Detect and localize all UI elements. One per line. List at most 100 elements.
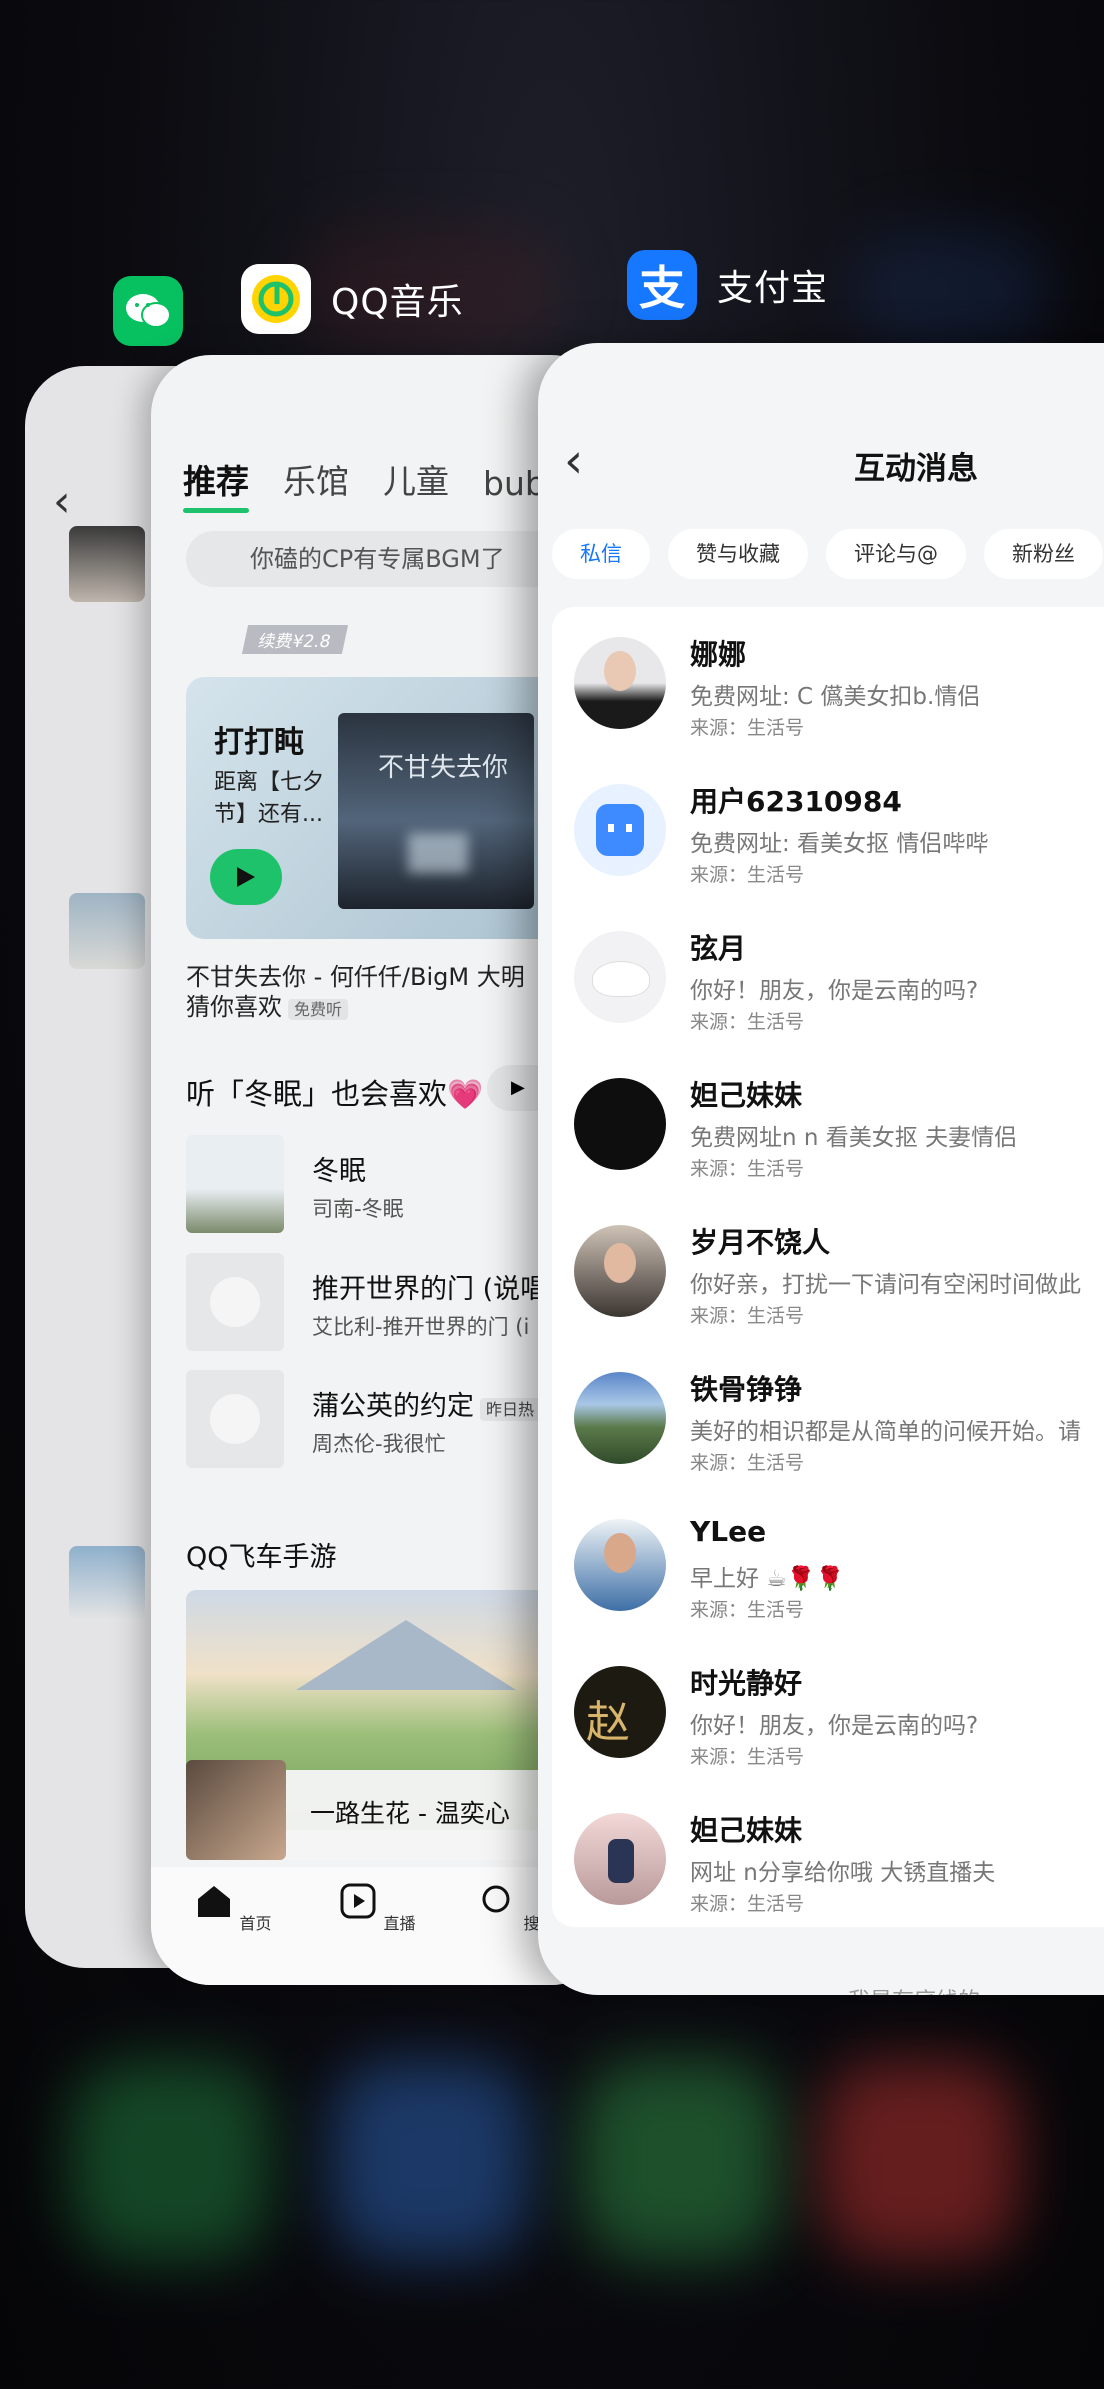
message-preview: 免费网址: 看美女抠 情侣哔哔	[690, 831, 989, 857]
message-item[interactable]: 妲己妹妹 免费网址n n 看美女抠 夫妻情侣 来源：生活号	[552, 1048, 1104, 1195]
sender-name: 岁月不饶人	[690, 1226, 831, 1259]
qqmusic-icon	[241, 264, 311, 334]
song-artist: 周杰伦-我很忙	[312, 1432, 446, 1456]
avatar	[574, 1813, 666, 1905]
song-title: 蒲公英的约定 昨日热	[312, 1384, 541, 1423]
sender-name: 铁骨铮铮	[690, 1373, 803, 1406]
album-cover-text: 不甘失去你	[378, 753, 509, 783]
sender-name: 妲己妹妹	[690, 1079, 803, 1112]
guess-you-like[interactable]: 猜你喜欢 免费听	[186, 987, 349, 1022]
message-item[interactable]: 娜娜 免费网址: C 儰美女扣b.情侣 来源：生活号 5	[552, 607, 1104, 754]
sender-name: YLee	[690, 1515, 767, 1548]
song-title: 冬眠	[312, 1156, 366, 1187]
qqmusic-app-name: QQ音乐	[331, 282, 464, 323]
wechat-app-label[interactable]	[113, 276, 183, 346]
player-song-title: 一路生花 - 温奕心	[310, 1799, 510, 1828]
message-source: 来源：生活号	[690, 864, 805, 886]
avatar	[574, 1225, 666, 1317]
message-list: 娜娜 免费网址: C 儰美女扣b.情侣 来源：生活号 5 用户62310984 …	[552, 607, 1104, 1927]
tab-comments[interactable]: 评论与@	[826, 529, 966, 579]
avatar: 赵	[574, 1666, 666, 1758]
chat-avatar	[69, 526, 145, 602]
message-preview: 你好！朋友，你是云南的吗?	[690, 1713, 979, 1739]
avatar	[574, 784, 666, 876]
message-source: 来源：生活号	[690, 1893, 805, 1915]
alipay-app-label[interactable]: 支 支付宝	[627, 250, 828, 320]
live-icon	[340, 1883, 376, 1919]
qqmusic-app-label[interactable]: QQ音乐	[241, 264, 464, 334]
song-title: 推开世界的门 (说唱	[312, 1274, 548, 1305]
song-artist: 司南-冬眠	[312, 1197, 404, 1221]
message-item[interactable]: 赵 时光静好 你好！朋友，你是云南的吗? 来源：生活号	[552, 1636, 1104, 1783]
banner-subtitle: 距离【七夕节】还有...	[214, 770, 325, 827]
album-cover: 不甘失去你	[338, 713, 534, 909]
message-tabs: 私信 赞与收藏 评论与@ 新粉丝	[552, 529, 1103, 579]
back-icon[interactable]: ‹	[564, 433, 583, 489]
message-item[interactable]: 妲己妹妹 网址 n分享给你哦 大锈直播夫 来源：生活号 4	[552, 1783, 1104, 1930]
message-preview: 你好亲，打扰一下请问有空闲时间做此	[690, 1272, 1081, 1298]
message-source: 来源：生活号	[690, 717, 805, 739]
song-artist: 艾比利-推开世界的门 (i	[312, 1315, 530, 1339]
free-badge: 免费听	[288, 999, 349, 1020]
message-item[interactable]: 铁骨铮铮 美好的相识都是从简单的问候开始。请 来源：生活号	[552, 1342, 1104, 1489]
sender-name: 弦月	[690, 932, 747, 965]
message-source: 来源：生活号	[690, 1746, 805, 1768]
alipay-app-name: 支付宝	[717, 268, 829, 309]
tab-new-fans[interactable]: 新粉丝	[984, 529, 1103, 579]
sender-name: 妲己妹妹	[690, 1814, 803, 1847]
avatar	[574, 1519, 666, 1611]
page-title: 互动消息	[854, 451, 978, 487]
song-thumbnail	[186, 1253, 284, 1351]
alipay-icon: 支	[627, 250, 697, 320]
section-title: 听「冬眠」也会喜欢💗	[186, 1077, 484, 1111]
message-source: 来源：生活号	[690, 1011, 805, 1033]
banner-title: 打打盹	[214, 725, 304, 760]
message-item[interactable]: 用户62310984 免费网址: 看美女抠 情侣哔哔 来源：生活号	[552, 754, 1104, 901]
message-preview: 你好！朋友，你是云南的吗?	[690, 978, 979, 1004]
sender-name: 娜娜	[690, 638, 747, 671]
message-preview: 免费网址n n 看美女抠 夫妻情侣	[690, 1125, 1018, 1151]
message-preview: 网址 n分享给你哦 大锈直播夫	[690, 1860, 996, 1886]
message-preview: 免费网址: C 儰美女扣b.情侣	[690, 684, 981, 710]
tab-private-message[interactable]: 私信	[552, 529, 650, 579]
game-section-title: QQ飞车手游	[186, 1542, 337, 1573]
player-cover	[186, 1760, 286, 1860]
song-thumbnail	[186, 1135, 284, 1233]
avatar	[574, 1372, 666, 1464]
tab-kids[interactable]: 儿童	[383, 455, 449, 503]
message-preview: 美好的相识都是从简单的问候开始。请	[690, 1419, 1081, 1445]
song-title-text: 蒲公英的约定	[312, 1391, 474, 1422]
avatar	[574, 637, 666, 729]
nav-live[interactable]: 直播	[337, 1881, 417, 1934]
back-icon[interactable]: ‹	[53, 476, 71, 527]
song-thumbnail	[186, 1370, 284, 1468]
wechat-icon	[113, 276, 183, 346]
message-item[interactable]: 岁月不饶人 你好亲，打扰一下请问有空闲时间做此 来源：生活号	[552, 1195, 1104, 1342]
guess-label: 猜你喜欢	[186, 993, 282, 1021]
chat-avatar	[69, 893, 145, 969]
message-item[interactable]: 弦月 你好！朋友，你是云南的吗? 来源：生活号	[552, 901, 1104, 1048]
nav-home[interactable]: 首页	[193, 1881, 273, 1934]
search-icon	[482, 1885, 510, 1913]
message-source: 来源：生活号	[690, 1305, 805, 1327]
message-preview: 早上好 ☕🌹🌹	[690, 1566, 845, 1592]
tab-music-hall[interactable]: 乐馆	[283, 455, 349, 503]
home-icon	[198, 1886, 231, 1917]
nav-home-label: 首页	[239, 1914, 272, 1933]
message-source: 来源：生活号	[690, 1158, 805, 1180]
sender-name: 用户62310984	[690, 785, 902, 818]
qq-tabs: 推荐 乐馆 儿童 bubl	[183, 455, 555, 513]
tab-likes[interactable]: 赞与收藏	[668, 529, 808, 579]
message-item[interactable]: YLee 早上好 ☕🌹🌹 来源：生活号	[552, 1489, 1104, 1636]
tab-recommend[interactable]: 推荐	[183, 455, 249, 513]
message-source: 来源：生活号	[690, 1452, 805, 1474]
avatar	[574, 931, 666, 1023]
list-footer: 我是有底线的	[848, 1983, 980, 1995]
avatar	[574, 1078, 666, 1170]
chat-avatar	[69, 1546, 145, 1622]
alipay-card[interactable]: ‹ 互动消息 私信 赞与收藏 评论与@ 新粉丝 娜娜 免费网址: C 儰美女扣b…	[538, 343, 1104, 1995]
play-button[interactable]	[210, 849, 282, 905]
hot-badge: 昨日热	[480, 1398, 541, 1421]
vip-renew-badge[interactable]: 续费¥2.8	[241, 625, 348, 654]
nav-live-label: 直播	[383, 1914, 416, 1933]
